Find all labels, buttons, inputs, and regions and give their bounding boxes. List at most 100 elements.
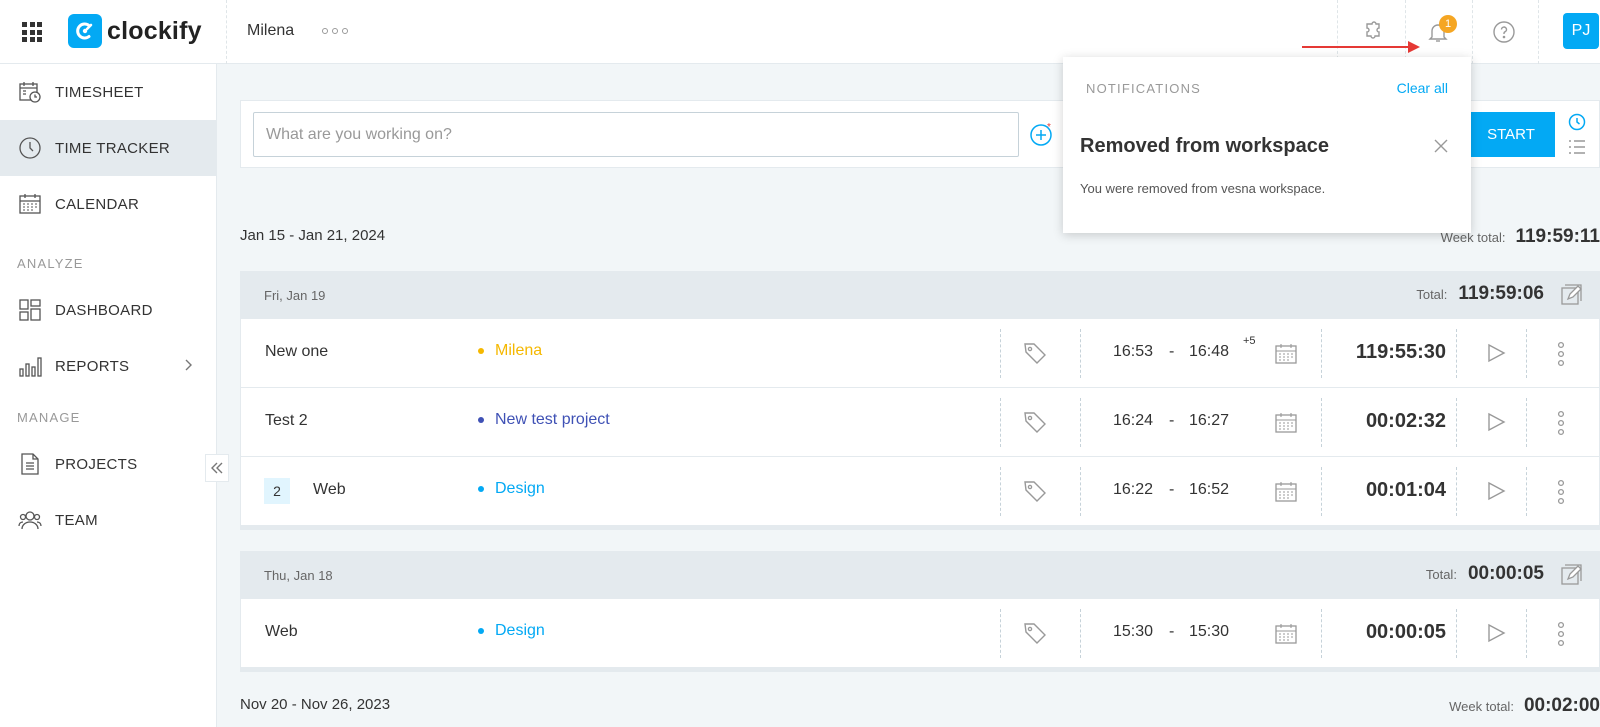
week-total-value: 119:59:11: [1515, 226, 1600, 247]
logo-text: clockify: [107, 16, 202, 45]
sidebar-item-dashboard[interactable]: DASHBOARD: [0, 282, 216, 338]
entry-end-time[interactable]: 16:52: [1189, 481, 1229, 499]
more-vertical-icon[interactable]: [1557, 341, 1565, 367]
clock-icon: [18, 136, 42, 160]
calendar-icon: [18, 192, 42, 216]
description-input[interactable]: [253, 112, 1019, 157]
tag-icon[interactable]: [1023, 341, 1047, 365]
entry-start-time[interactable]: 16:24: [1113, 412, 1153, 430]
collapse-sidebar-button[interactable]: [205, 454, 229, 482]
tag-icon[interactable]: [1023, 621, 1047, 645]
project-color-dot: [478, 628, 484, 634]
day-total-value: 00:00:05: [1467, 563, 1544, 584]
sidebar-item-reports[interactable]: REPORTS: [0, 338, 216, 394]
entry-description[interactable]: Web: [313, 481, 346, 499]
sidebar-item-projects[interactable]: PROJECTS: [0, 436, 216, 492]
day-header: Fri, Jan 19 Total: 119:59:06: [241, 272, 1599, 318]
calendar-icon[interactable]: [1274, 411, 1298, 435]
divider: [1456, 398, 1457, 447]
more-vertical-icon[interactable]: [1557, 621, 1565, 647]
close-icon[interactable]: [1434, 139, 1448, 153]
divider: [1321, 467, 1322, 516]
tag-icon[interactable]: [1023, 479, 1047, 503]
time-separator: -: [1169, 412, 1175, 429]
day-total-value: 119:59:06: [1458, 283, 1544, 304]
entry-project[interactable]: New test project: [478, 411, 610, 429]
double-chevron-left-icon: [211, 462, 223, 474]
clear-all-link[interactable]: Clear all: [1397, 80, 1448, 96]
group-count-badge[interactable]: 2: [264, 478, 290, 504]
project-name: New test project: [495, 411, 610, 428]
entry-description[interactable]: Test 2: [265, 412, 308, 430]
play-icon[interactable]: [1486, 623, 1506, 643]
entry-duration[interactable]: 00:01:04: [1328, 479, 1446, 502]
user-avatar[interactable]: PJ: [1563, 13, 1599, 49]
divider: [1526, 398, 1527, 447]
entry-description[interactable]: New one: [265, 343, 328, 361]
entry-end-time[interactable]: 15:30: [1189, 623, 1229, 641]
time-entry-row: Test 2 New test project 16:24 - 16:27 00…: [241, 387, 1599, 456]
reports-icon: [18, 354, 42, 378]
divider: [1526, 329, 1527, 378]
tag-icon[interactable]: [1023, 410, 1047, 434]
section-analyze: ANALYZE: [17, 256, 84, 271]
timesheet-icon: [18, 80, 42, 104]
divider: [1000, 467, 1001, 516]
day-total-label: Total:: [1416, 287, 1448, 302]
calendar-icon[interactable]: [1274, 342, 1298, 366]
workspace-name[interactable]: Milena: [247, 22, 294, 40]
play-icon[interactable]: [1486, 481, 1506, 501]
entry-description[interactable]: Web: [265, 623, 298, 641]
entry-end-time[interactable]: 16:48: [1189, 343, 1229, 361]
play-icon[interactable]: [1486, 343, 1506, 363]
bulk-edit-icon[interactable]: [1561, 564, 1585, 586]
extra-days-indicator: +5: [1243, 335, 1256, 347]
add-project-icon[interactable]: *: [1029, 121, 1055, 147]
notifications-panel: NOTIFICATIONS Clear all Removed from wor…: [1063, 57, 1471, 233]
timer-mode-clock-icon[interactable]: [1568, 113, 1586, 131]
calendar-icon[interactable]: [1274, 480, 1298, 504]
divider: [1538, 0, 1539, 64]
day-card-thu: Thu, Jan 18 Total: 00:00:05 Web Design 1…: [240, 551, 1600, 672]
notification-title: Removed from workspace: [1080, 135, 1329, 157]
sidebar-item-label: TIMESHEET: [55, 83, 144, 101]
entry-duration[interactable]: 00:02:32: [1328, 410, 1446, 433]
entry-project[interactable]: Design: [478, 480, 545, 498]
project-color-dot: [478, 486, 484, 492]
divider: [1000, 398, 1001, 447]
entry-duration[interactable]: 119:55:30: [1328, 341, 1446, 364]
sidebar-item-team[interactable]: TEAM: [0, 492, 216, 548]
workspace-menu-icon[interactable]: [322, 28, 348, 34]
sidebar-item-time-tracker[interactable]: TIME TRACKER: [0, 120, 216, 176]
entry-start-time[interactable]: 15:30: [1113, 623, 1153, 641]
entry-end-time[interactable]: 16:27: [1189, 412, 1229, 430]
divider: [1321, 329, 1322, 378]
top-bar: clockify Milena 1 PJ: [0, 0, 1600, 64]
manual-mode-list-icon[interactable]: [1568, 139, 1586, 155]
play-icon[interactable]: [1486, 412, 1506, 432]
more-vertical-icon[interactable]: [1557, 479, 1565, 505]
divider: [1456, 609, 1457, 658]
time-entry-row: Web Design 15:30 - 15:30 00:00:05: [241, 598, 1599, 667]
help-icon[interactable]: [1488, 16, 1520, 48]
more-vertical-icon[interactable]: [1557, 410, 1565, 436]
sidebar-item-calendar[interactable]: CALENDAR: [0, 176, 216, 232]
sidebar-item-label: CALENDAR: [55, 195, 140, 213]
entry-start-time[interactable]: 16:22: [1113, 481, 1153, 499]
apps-grid-icon[interactable]: [22, 22, 42, 42]
day-card-fri: Fri, Jan 19 Total: 119:59:06 New one Mil…: [240, 271, 1600, 530]
bulk-edit-icon[interactable]: [1561, 284, 1585, 306]
calendar-icon[interactable]: [1274, 622, 1298, 646]
projects-icon: [18, 452, 42, 476]
entry-duration[interactable]: 00:00:05: [1328, 621, 1446, 644]
divider: [226, 0, 227, 64]
sidebar: TIMESHEET TIME TRACKER CALENDAR ANALYZE …: [0, 64, 217, 727]
notification-badge: 1: [1439, 15, 1457, 33]
week-total-label: Week total:: [1449, 699, 1514, 714]
entry-project[interactable]: Design: [478, 622, 545, 640]
entry-start-time[interactable]: 16:53: [1113, 343, 1153, 361]
clockify-logo[interactable]: clockify: [68, 14, 202, 48]
sidebar-item-timesheet[interactable]: TIMESHEET: [0, 64, 216, 120]
entry-project[interactable]: Milena: [478, 342, 542, 360]
day-date: Fri, Jan 19: [264, 288, 326, 303]
